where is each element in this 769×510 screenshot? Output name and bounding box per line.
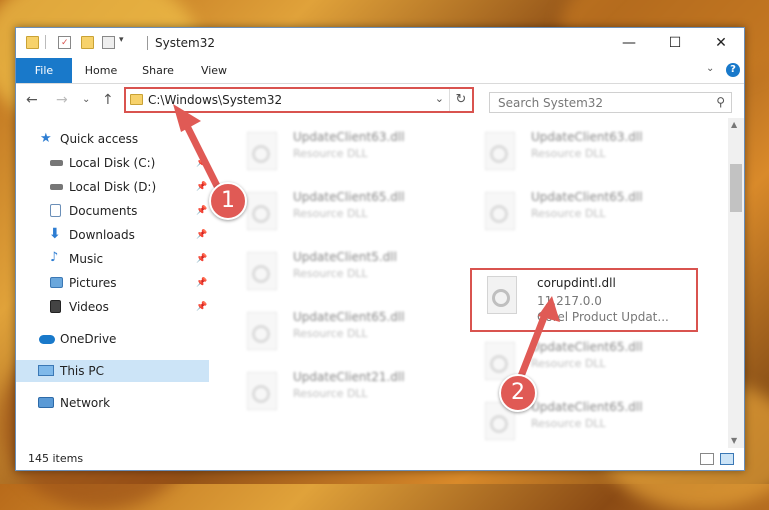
- arrow-2-shaft: [514, 308, 550, 388]
- arrow-1-shaft: [179, 114, 226, 200]
- annotation-overlay: [173, 104, 560, 388]
- callout-1: 1: [209, 182, 247, 220]
- callout-2: 2: [499, 374, 537, 412]
- arrow-1-head: [173, 104, 201, 132]
